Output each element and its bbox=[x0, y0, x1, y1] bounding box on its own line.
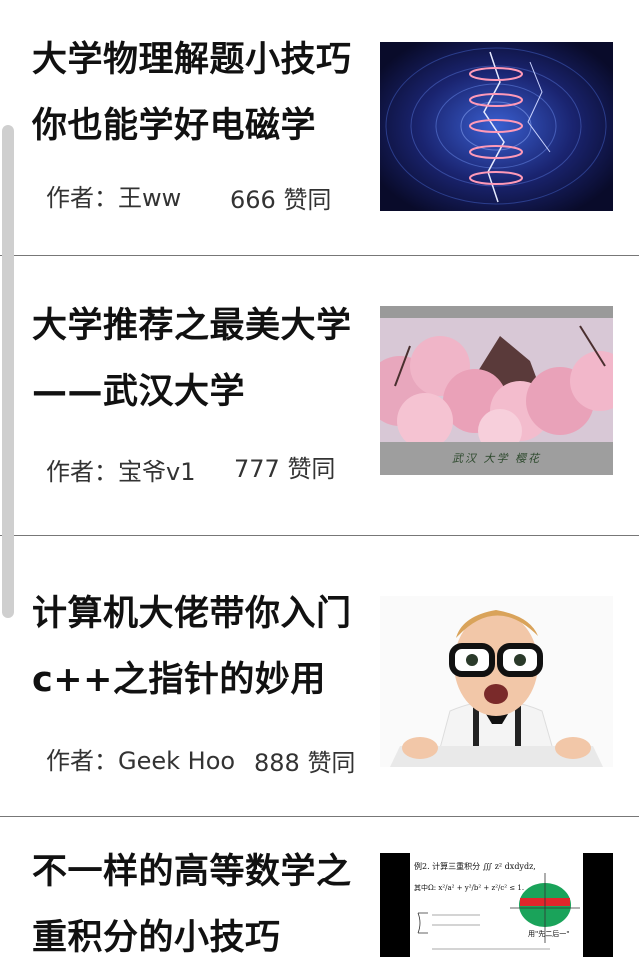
article-title-line1: 不一样的高等数学之 bbox=[32, 852, 352, 892]
article-title[interactable]: 大学物理解题小技巧 你也能学好电磁学 bbox=[32, 27, 377, 159]
article-title-line2: c++之指针的妙用 bbox=[32, 660, 326, 700]
article-likes: 666 赞同 bbox=[230, 186, 332, 214]
cherry-blossom-image[interactable]: 武汉 大学 樱花 bbox=[380, 306, 613, 475]
math-hint: 用"先二后一" bbox=[528, 930, 570, 938]
article-author: 作者：王ww bbox=[46, 184, 182, 212]
article-feed: 大学物理解题小技巧 你也能学好电磁学 作者：王ww 666 赞同 大学推荐之最美… bbox=[0, 0, 639, 958]
thumbnail-caption: 武汉 大学 樱花 bbox=[452, 452, 541, 465]
article-title-line1: 计算机大佬带你入门 bbox=[32, 594, 352, 634]
math-integral-image[interactable]: 例2. 计算三重积分 ∭ z² dxdydz, 其中Ω: x²/a² + y²/… bbox=[380, 853, 613, 957]
article-title[interactable]: 大学推荐之最美大学 ——武汉大学 bbox=[32, 293, 377, 425]
article-card[interactable]: 大学物理解题小技巧 你也能学好电磁学 作者：王ww 666 赞同 bbox=[0, 0, 639, 255]
scrollbar[interactable] bbox=[2, 125, 14, 618]
article-author: 作者：宝爷v1 bbox=[46, 458, 196, 486]
article-card[interactable]: 不一样的高等数学之 重积分的小技巧 例2. 计算三重积分 ∭ z² dxdydz… bbox=[0, 817, 639, 958]
article-author: 作者：Geek Hoo bbox=[46, 747, 236, 775]
article-card[interactable]: 计算机大佬带你入门 c++之指针的妙用 作者：Geek Hoo 888 赞同 bbox=[0, 536, 639, 816]
article-card[interactable]: 大学推荐之最美大学 ——武汉大学 作者：宝爷v1 777 赞同 武汉 大学 樱花 bbox=[0, 256, 639, 535]
article-title-line2: 重积分的小技巧 bbox=[32, 918, 281, 958]
article-title[interactable]: 不一样的高等数学之 重积分的小技巧 bbox=[32, 839, 377, 971]
article-title-line1: 大学推荐之最美大学 bbox=[32, 306, 352, 346]
article-likes: 777 赞同 bbox=[234, 455, 336, 483]
geek-with-glasses-image[interactable] bbox=[380, 596, 613, 767]
article-title[interactable]: 计算机大佬带你入门 c++之指针的妙用 bbox=[32, 581, 377, 713]
electromagnetic-coil-image[interactable] bbox=[380, 42, 613, 211]
article-likes: 888 赞同 bbox=[254, 749, 356, 777]
article-title-line1: 大学物理解题小技巧 bbox=[32, 40, 352, 80]
article-title-line2: 你也能学好电磁学 bbox=[32, 106, 317, 146]
article-title-line2: ——武汉大学 bbox=[32, 372, 246, 412]
